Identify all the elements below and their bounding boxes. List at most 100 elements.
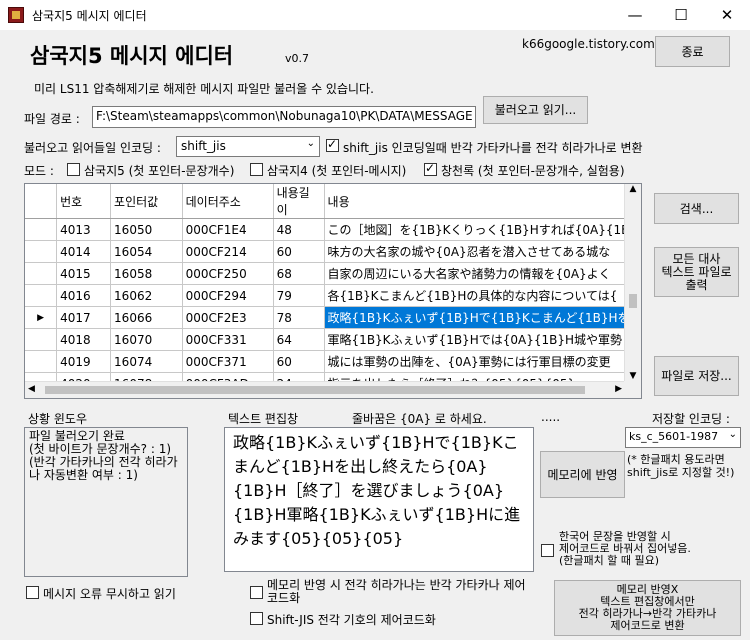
scroll-corner — [624, 381, 641, 398]
minimize-button[interactable]: — — [612, 0, 658, 30]
cell-pointer[interactable]: 16058 — [110, 262, 183, 285]
row-header[interactable] — [25, 328, 58, 351]
table-row[interactable]: 4016 16062 000CF294 79 各{1B}Kこまんど{1B}Hの具体的な内… — [25, 284, 641, 307]
mode-sangokushi5-checkbox[interactable] — [67, 163, 80, 176]
scroll-left-icon[interactable]: ◀ — [28, 384, 35, 394]
export-all-line3: 출력 — [685, 277, 708, 292]
cell-content[interactable]: 城には軍勢の出陣を、{0A}軍勢には行軍目標の変更 — [324, 350, 641, 373]
message-grid: 번호 포인터값 데이터주소 내용길이 내용 4013 16050 000CF1E4 4… — [25, 184, 641, 395]
cell-length[interactable]: 48 — [273, 218, 325, 241]
cell-length[interactable]: 64 — [273, 328, 325, 351]
load-button[interactable]: 불러오고 읽기... — [483, 96, 588, 124]
hira-convert-line1: 메모리 반영 시 전각 히라가나는 반각 가타카나 제어 — [267, 578, 526, 592]
close-button[interactable]: ✕ — [704, 0, 750, 30]
table-row[interactable]: 4019 16074 000CF371 60 城には軍勢の出陣を、{0A}軍勢には行軍目… — [25, 350, 641, 373]
h-scroll-thumb[interactable] — [45, 386, 585, 394]
maximize-button[interactable]: ☐ — [658, 0, 704, 30]
korean-control-code-checkbox[interactable] — [541, 544, 554, 557]
row-header[interactable]: ▶ — [25, 306, 58, 329]
column-header-content[interactable]: 내용 — [324, 184, 641, 219]
apply-memory-button[interactable]: 메모리에 반영 — [540, 451, 625, 498]
cell-length[interactable]: 60 — [273, 350, 325, 373]
mode-sangokushi5-label: 삼국지5 (첫 포인터-문장개수) — [84, 164, 235, 178]
cell-address[interactable]: 000CF294 — [182, 284, 274, 307]
column-header-number[interactable]: 번호 — [56, 184, 112, 219]
cell-number[interactable]: 4018 — [56, 328, 112, 351]
cell-length[interactable]: 79 — [273, 284, 325, 307]
table-row[interactable]: 4015 16058 000CF250 68 自家の周辺にいる大名家や諸勢力の情報を{0… — [25, 262, 641, 285]
column-header-address[interactable]: 데이터주소 — [182, 184, 274, 219]
mode-label: 모드 : — [24, 164, 54, 178]
encoding-select-value: shift_jis — [181, 139, 226, 153]
cell-content[interactable]: 自家の周辺にいる大名家や諸勢力の情報を{0A}よく — [324, 262, 641, 285]
row-header[interactable] — [25, 350, 58, 373]
cell-content[interactable]: 各{1B}Kこまんど{1B}Hの具体的な内容については{ — [324, 284, 641, 307]
cell-length[interactable]: 60 — [273, 240, 325, 263]
editor-dots: ..... — [541, 410, 561, 424]
text-editor[interactable]: 政略{1B}Kふぇいず{1B}Hで{1B}Kこまんど{1B}Hを出し終えたら{0… — [224, 427, 534, 572]
cell-number[interactable]: 4013 — [56, 218, 112, 241]
mode-sangokushi4-checkbox[interactable] — [250, 163, 263, 176]
cell-content[interactable]: 味方の大名家の城や{0A}忍者を潜入させてある城な — [324, 240, 641, 263]
app-icon — [8, 7, 24, 23]
convert-hiragana-checkbox[interactable] — [326, 137, 339, 152]
cell-pointer[interactable]: 16050 — [110, 218, 183, 241]
convert-to-control-code-button[interactable]: 메모리 반영X 텍스트 편집창에서만 전각 히라가나→반각 가타카나 제어코드로… — [554, 580, 741, 636]
save-file-button[interactable]: 파일로 저장... — [654, 356, 739, 396]
path-input[interactable]: F:\Steam\steamapps\common\Nobunaga10\PK\… — [92, 106, 476, 128]
cell-address[interactable]: 000CF2E3 — [182, 306, 274, 329]
exit-button[interactable]: 종료 — [655, 36, 730, 67]
save-encoding-label: 저장할 인코딩 : — [652, 412, 730, 426]
window-title: 삼국지5 메시지 에디터 — [32, 9, 147, 23]
ignore-errors-checkbox[interactable] — [26, 586, 39, 599]
column-header-length[interactable]: 내용길이 — [273, 184, 325, 219]
export-all-line1: 모든 대사 — [672, 251, 721, 266]
row-header[interactable] — [25, 240, 58, 263]
search-button[interactable]: 검색... — [654, 193, 739, 224]
mode-soutenroku-checkbox[interactable] — [424, 161, 437, 176]
sjis-symbols-checkbox[interactable] — [250, 612, 263, 625]
encoding-select[interactable]: shift_jis ⌄ — [176, 136, 320, 157]
table-horizontal-scrollbar[interactable]: ◀ ▶ — [25, 381, 625, 398]
cell-number[interactable]: 4015 — [56, 262, 112, 285]
cell-address[interactable]: 000CF214 — [182, 240, 274, 263]
description-text: 미리 LS11 압축해제기로 해제한 메시지 파일만 불러올 수 있습니다. — [34, 82, 374, 96]
table-header-row: 번호 포인터값 데이터주소 내용길이 내용 — [25, 184, 641, 219]
cell-pointer[interactable]: 16074 — [110, 350, 183, 373]
row-header[interactable] — [25, 284, 58, 307]
scroll-right-icon[interactable]: ▶ — [615, 384, 622, 394]
scroll-down-icon[interactable]: ▼ — [625, 371, 641, 381]
cell-pointer[interactable]: 16062 — [110, 284, 183, 307]
scroll-thumb[interactable] — [629, 294, 637, 308]
cell-content[interactable]: 軍略{1B}Kふぇいず{1B}Hでは{0A}{1B}H城や軍勢 — [324, 328, 641, 351]
table-vertical-scrollbar[interactable]: ▲ ▼ — [624, 184, 641, 381]
cell-address[interactable]: 000CF331 — [182, 328, 274, 351]
cell-content[interactable]: 政略{1B}Kふぇいず{1B}Hで{1B}Kこまんど{1B}Hを — [324, 306, 641, 329]
table-row[interactable]: 4014 16054 000CF214 60 味方の大名家の城や{0A}忍者を潜入させて… — [25, 240, 641, 263]
cell-content[interactable]: この［地図］を{1B}Kくりっく{1B}Hすれば{0A}{1B} — [324, 218, 641, 241]
cell-address[interactable]: 000CF250 — [182, 262, 274, 285]
export-all-button[interactable]: 모든 대사 텍스트 파일로 출력 — [654, 247, 739, 297]
cell-pointer[interactable]: 16054 — [110, 240, 183, 263]
save-encoding-select[interactable]: ks_c_5601-1987 ⌄ — [625, 427, 741, 448]
cell-number[interactable]: 4014 — [56, 240, 112, 263]
cell-number[interactable]: 4019 — [56, 350, 112, 373]
hiragana-convert-checkbox[interactable] — [250, 586, 263, 599]
cell-address[interactable]: 000CF1E4 — [182, 218, 274, 241]
cell-pointer[interactable]: 16070 — [110, 328, 183, 351]
cell-length[interactable]: 68 — [273, 262, 325, 285]
cell-pointer[interactable]: 16066 — [110, 306, 183, 329]
table-row[interactable]: 4018 16070 000CF331 64 軍略{1B}Kふぇいず{1B}Hでは{0A… — [25, 328, 641, 351]
table-row[interactable]: 4013 16050 000CF1E4 48 この［地図］を{1B}Kくりっく{1B}H… — [25, 218, 641, 241]
cell-number[interactable]: 4017 — [56, 306, 112, 329]
scroll-up-icon[interactable]: ▲ — [625, 184, 641, 194]
column-header-pointer[interactable]: 포인터값 — [110, 184, 183, 219]
row-header[interactable] — [25, 218, 58, 241]
cell-length[interactable]: 78 — [273, 306, 325, 329]
row-header[interactable] — [25, 262, 58, 285]
convert-btn-line4: 제어코드로 변환 — [610, 619, 685, 632]
cell-number[interactable]: 4016 — [56, 284, 112, 307]
table-row[interactable]: ▶ 4017 16066 000CF2E3 78 政略{1B}Kふぇいず{1B}Hで{1B… — [25, 306, 641, 329]
message-table[interactable]: 번호 포인터값 데이터주소 내용길이 내용 4013 16050 000CF1E4 4… — [24, 183, 642, 399]
cell-address[interactable]: 000CF371 — [182, 350, 274, 373]
